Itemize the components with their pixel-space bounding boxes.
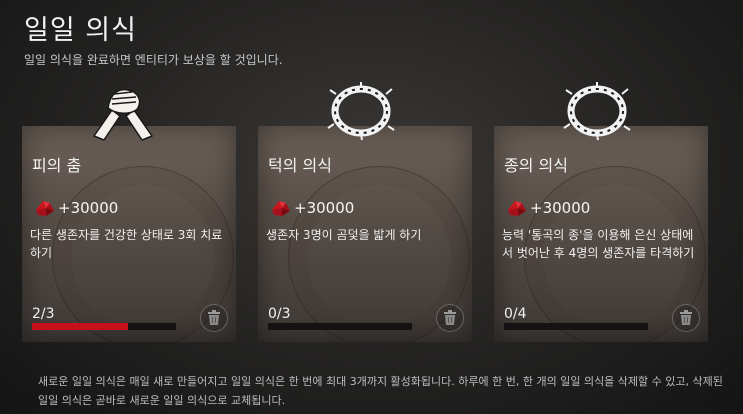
- progress-text: 0/3: [268, 306, 291, 322]
- reward: +30000: [34, 198, 118, 218]
- ritual-name: 피의 춤: [32, 156, 82, 175]
- ritual-card-3[interactable]: 종의 의식 +30000 능력 '통곡의 종'을 이용해 은신 상태에서 벗어난…: [494, 126, 708, 342]
- delete-ritual-button[interactable]: [672, 304, 700, 332]
- ritual-card-1[interactable]: 피의 춤 +30000 다른 생존자를 건강한 상태로 3회 치료하기 2/3: [22, 126, 236, 342]
- ritual-name: 종의 의식: [504, 156, 568, 175]
- bloodpoint-icon: [272, 201, 290, 216]
- page-subtitle: 일일 의식을 완료하면 엔티티가 보상을 할 것입니다.: [24, 53, 283, 67]
- progress-bar: [32, 323, 176, 330]
- reward-amount: +30000: [294, 199, 355, 217]
- trash-icon: [444, 310, 456, 325]
- thorn-wreath-icon: [327, 82, 395, 141]
- reward-amount: +30000: [58, 199, 119, 217]
- progress-fill: [32, 323, 128, 330]
- thorn-wreath-icon: [563, 82, 631, 141]
- trash-icon: [680, 310, 692, 325]
- reward: +30000: [270, 198, 354, 218]
- progress-text: 0/4: [504, 306, 527, 322]
- ritual-description: 능력 '통곡의 종'을 이용해 은신 상태에서 벗어난 후 4명의 생존자를 타…: [502, 228, 695, 260]
- progress-text: 2/3: [32, 306, 55, 322]
- ritual-name: 턱의 의식: [268, 156, 332, 175]
- ritual-description: 다른 생존자를 건강한 상태로 3회 치료하기: [30, 228, 223, 260]
- bloodpoint-icon: [508, 201, 526, 216]
- bloodpoint-icon: [36, 201, 54, 216]
- delete-ritual-button[interactable]: [436, 304, 464, 332]
- delete-ritual-button[interactable]: [200, 304, 228, 332]
- reward: +30000: [506, 198, 590, 218]
- trash-icon: [208, 310, 220, 325]
- clasped-hands-icon: [93, 88, 153, 141]
- progress-bar: [268, 323, 412, 330]
- reward-amount: +30000: [530, 199, 591, 217]
- ritual-description: 생존자 3명이 곰덫을 밟게 하기: [266, 228, 422, 242]
- footer-note: 새로운 일일 의식은 매일 새로 만들어지고 일일 의식은 한 번에 최대 3개…: [38, 375, 723, 407]
- page-title: 일일 의식: [24, 15, 137, 46]
- progress-bar: [504, 323, 648, 330]
- ritual-card-2[interactable]: 턱의 의식 +30000 생존자 3명이 곰덫을 밟게 하기 0/3: [258, 126, 472, 342]
